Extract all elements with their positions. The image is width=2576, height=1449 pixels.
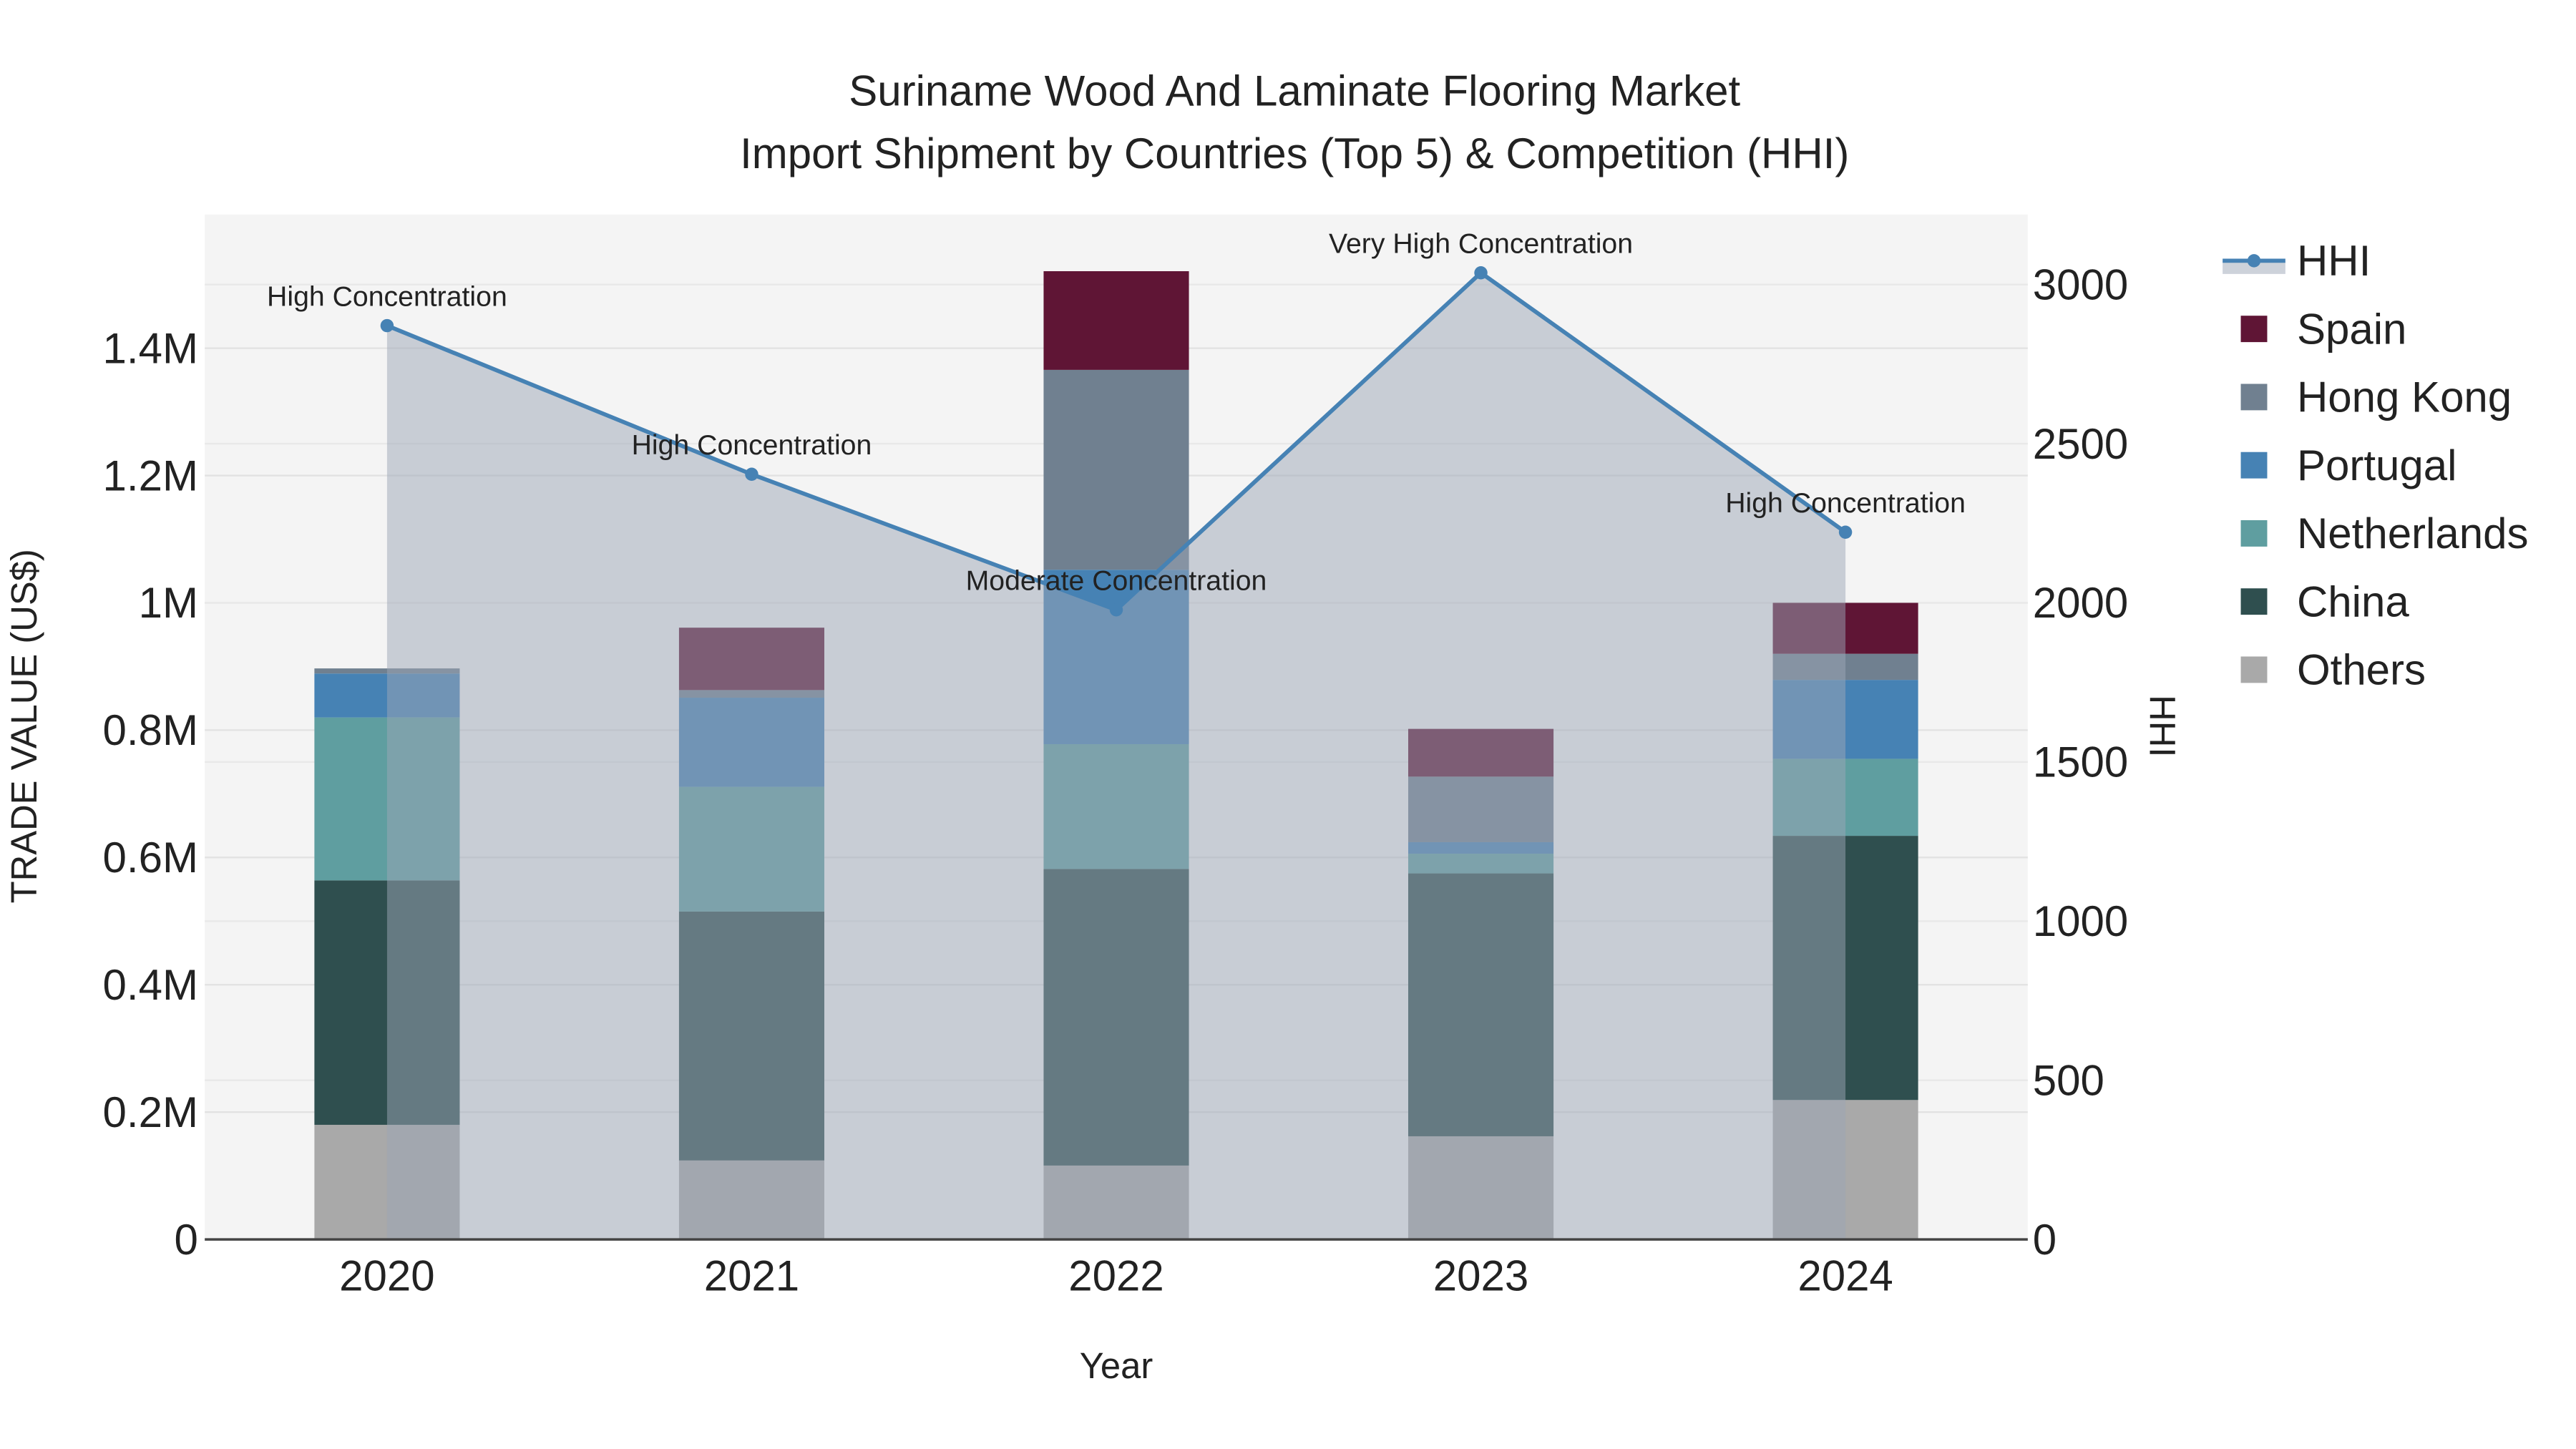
legend-label: HHI xyxy=(2297,237,2371,285)
y2-tick-label: 3000 xyxy=(2033,260,2128,308)
hhi-annotation: High Concentration xyxy=(267,281,507,312)
y2-tick-label: 1500 xyxy=(2033,738,2128,786)
y2-tick-label: 2500 xyxy=(2033,420,2128,468)
y2-tick-label: 2000 xyxy=(2033,579,2128,627)
y-tick-label: 0.6M xyxy=(103,834,198,882)
x-axis-title: Year xyxy=(1080,1345,1153,1386)
legend-label: China xyxy=(2297,577,2409,625)
hhi-point xyxy=(745,467,758,482)
hhi-annotation: High Concentration xyxy=(632,430,872,461)
y-tick-label: 0.2M xyxy=(103,1088,198,1136)
legend-label: Spain xyxy=(2297,305,2406,353)
x-tick-label: 2020 xyxy=(339,1252,434,1300)
hhi-point xyxy=(1474,266,1488,280)
legend-swatch-china xyxy=(2240,588,2268,615)
hhi-annotation: Very High Concentration xyxy=(1329,229,1633,260)
hhi-point xyxy=(1838,525,1853,539)
y2-tick-label: 0 xyxy=(2033,1216,2057,1264)
legend: HHI Spain Hong Kong Portugal Netherlands Chin… xyxy=(2223,237,2528,694)
legend-label: Portugal xyxy=(2297,441,2457,489)
legend-swatch-others xyxy=(2240,656,2268,683)
legend-swatch-spain xyxy=(2240,316,2268,343)
hhi-point xyxy=(1109,603,1123,617)
legend-label: Others xyxy=(2297,646,2426,694)
x-tick-label: 2024 xyxy=(1797,1252,1893,1300)
bar-hong-kong xyxy=(1043,369,1189,570)
hhi-point xyxy=(380,318,394,333)
y-tick-label: 0.4M xyxy=(103,961,198,1009)
legend-label: Hong Kong xyxy=(2297,374,2512,421)
y-tick-label: 0 xyxy=(175,1216,198,1264)
y-axis-title: TRADE VALUE (US$) xyxy=(4,549,44,903)
y-tick-label: 1.4M xyxy=(103,324,198,372)
y2-axis-title: HHI xyxy=(2142,695,2183,757)
legend-swatch-portugal xyxy=(2240,452,2268,479)
y-tick-label: 1M xyxy=(139,579,198,627)
x-tick-label: 2022 xyxy=(1068,1252,1163,1300)
chart-title-line1: Suriname Wood And Laminate Flooring Mark… xyxy=(849,67,1740,115)
y2-tick-label: 1000 xyxy=(2033,897,2128,945)
chart-title-line2: Import Shipment by Countries (Top 5) & C… xyxy=(740,130,1849,177)
hhi-annotation: Moderate Concentration xyxy=(966,566,1267,597)
legend-label: Netherlands xyxy=(2297,509,2528,557)
y2-tick-label: 500 xyxy=(2033,1056,2104,1104)
chart: High Concentration High Concentration Mode… xyxy=(4,67,2529,1386)
legend-swatch-netherlands xyxy=(2240,519,2268,547)
legend-swatch-hhi-marker xyxy=(2247,254,2261,268)
bar-spain xyxy=(1043,271,1189,370)
x-tick-label: 2021 xyxy=(704,1252,799,1300)
y-tick-label: 1.2M xyxy=(103,452,198,499)
hhi-annotation: High Concentration xyxy=(1725,488,1966,519)
x-tick-label: 2023 xyxy=(1433,1252,1528,1300)
y-tick-label: 0.8M xyxy=(103,706,198,754)
legend-swatch-hong-kong xyxy=(2240,384,2268,411)
